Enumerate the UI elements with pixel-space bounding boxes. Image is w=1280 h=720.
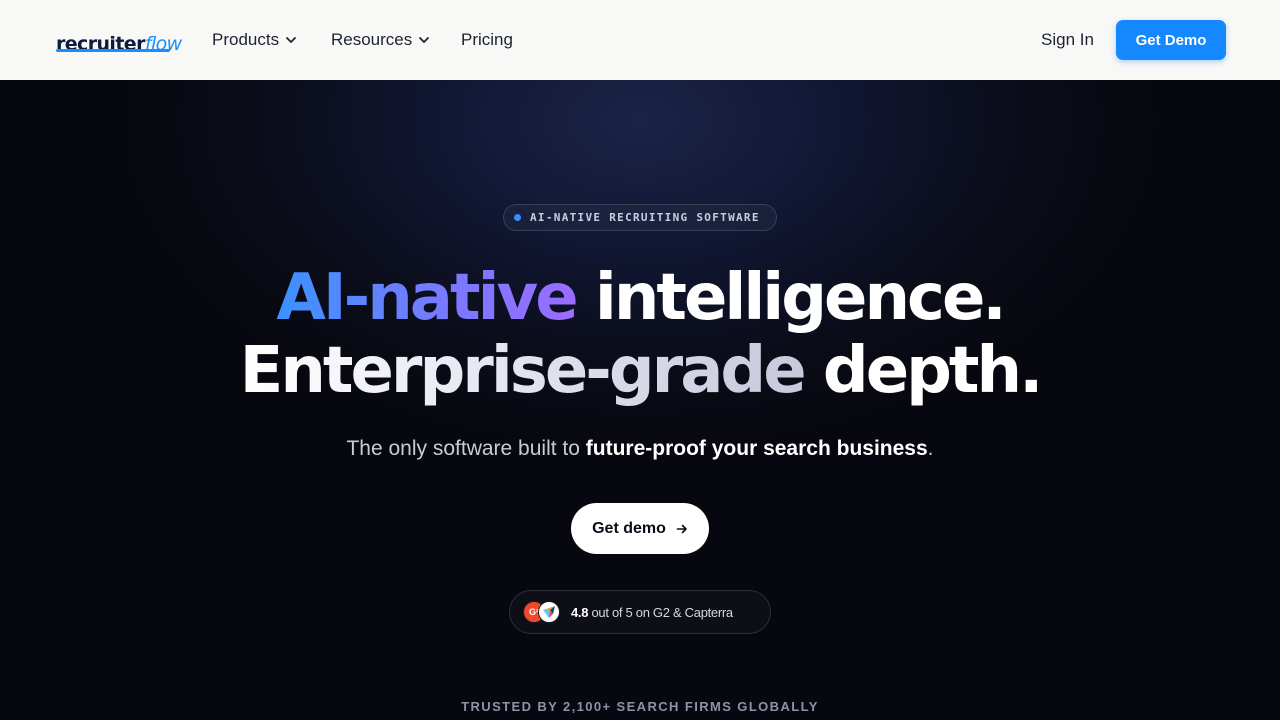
hero-section: AI-NATIVE RECRUITING SOFTWARE AI-native … bbox=[0, 80, 1280, 720]
nav-products-menu[interactable]: Products bbox=[212, 30, 297, 50]
subtitle-suffix: . bbox=[927, 437, 934, 460]
review-site-logos: G² bbox=[523, 601, 561, 623]
nav-pricing-label: Pricing bbox=[461, 30, 513, 49]
sign-in-link[interactable]: Sign In bbox=[1041, 30, 1094, 50]
headline-gradient-ai-native: AI-native bbox=[276, 261, 578, 335]
category-badge: AI-NATIVE RECRUITING SOFTWARE bbox=[503, 204, 777, 231]
nav-resources-menu[interactable]: Resources bbox=[331, 30, 430, 50]
rating-text: 4.8 out of 5 on G2 & Capterra bbox=[571, 605, 733, 620]
subtitle-emphasis: future-proof your search business bbox=[585, 437, 928, 460]
cta-label: Get demo bbox=[592, 519, 666, 537]
arrow-right-icon bbox=[676, 524, 687, 533]
chevron-down-icon bbox=[419, 37, 430, 43]
headline-intelligence: intelligence. bbox=[594, 261, 1007, 335]
nav-pricing-link[interactable]: Pricing bbox=[461, 30, 513, 50]
badge-label: AI-NATIVE RECRUITING SOFTWARE bbox=[530, 211, 760, 224]
get-demo-cta-button[interactable]: Get demo bbox=[571, 503, 709, 554]
headline-line-1: AI-native intelligence. bbox=[0, 261, 1280, 335]
headline-line-2: Enterprise-grade depth. bbox=[0, 334, 1280, 408]
status-dot-icon bbox=[514, 214, 521, 221]
headline-depth: depth. bbox=[822, 334, 1043, 408]
hero-subtitle: The only software built to future-proof … bbox=[0, 436, 1280, 462]
rating-description: out of 5 on G2 & Capterra bbox=[591, 604, 733, 620]
rating-score: 4.8 bbox=[571, 604, 589, 620]
chevron-down-icon bbox=[286, 37, 296, 43]
trusted-by-caption: TRUSTED BY 2,100+ SEARCH FIRMS GLOBALLY bbox=[461, 699, 819, 714]
subtitle-prefix: The only software built to bbox=[346, 437, 586, 460]
top-navigation: recruiter flow Products Resources Pricing… bbox=[0, 0, 1280, 80]
headline-gradient-enterprise-grade: Enterprise-grade bbox=[239, 334, 807, 408]
logo-underline bbox=[56, 49, 170, 52]
nav-resources-label: Resources bbox=[331, 30, 413, 49]
capterra-logo-icon bbox=[538, 601, 560, 623]
rating-badge[interactable]: G² 4.8 out of 5 on G2 & Capterra bbox=[509, 590, 771, 634]
get-demo-button[interactable]: Get Demo bbox=[1116, 20, 1226, 60]
nav-products-label: Products bbox=[212, 30, 280, 49]
